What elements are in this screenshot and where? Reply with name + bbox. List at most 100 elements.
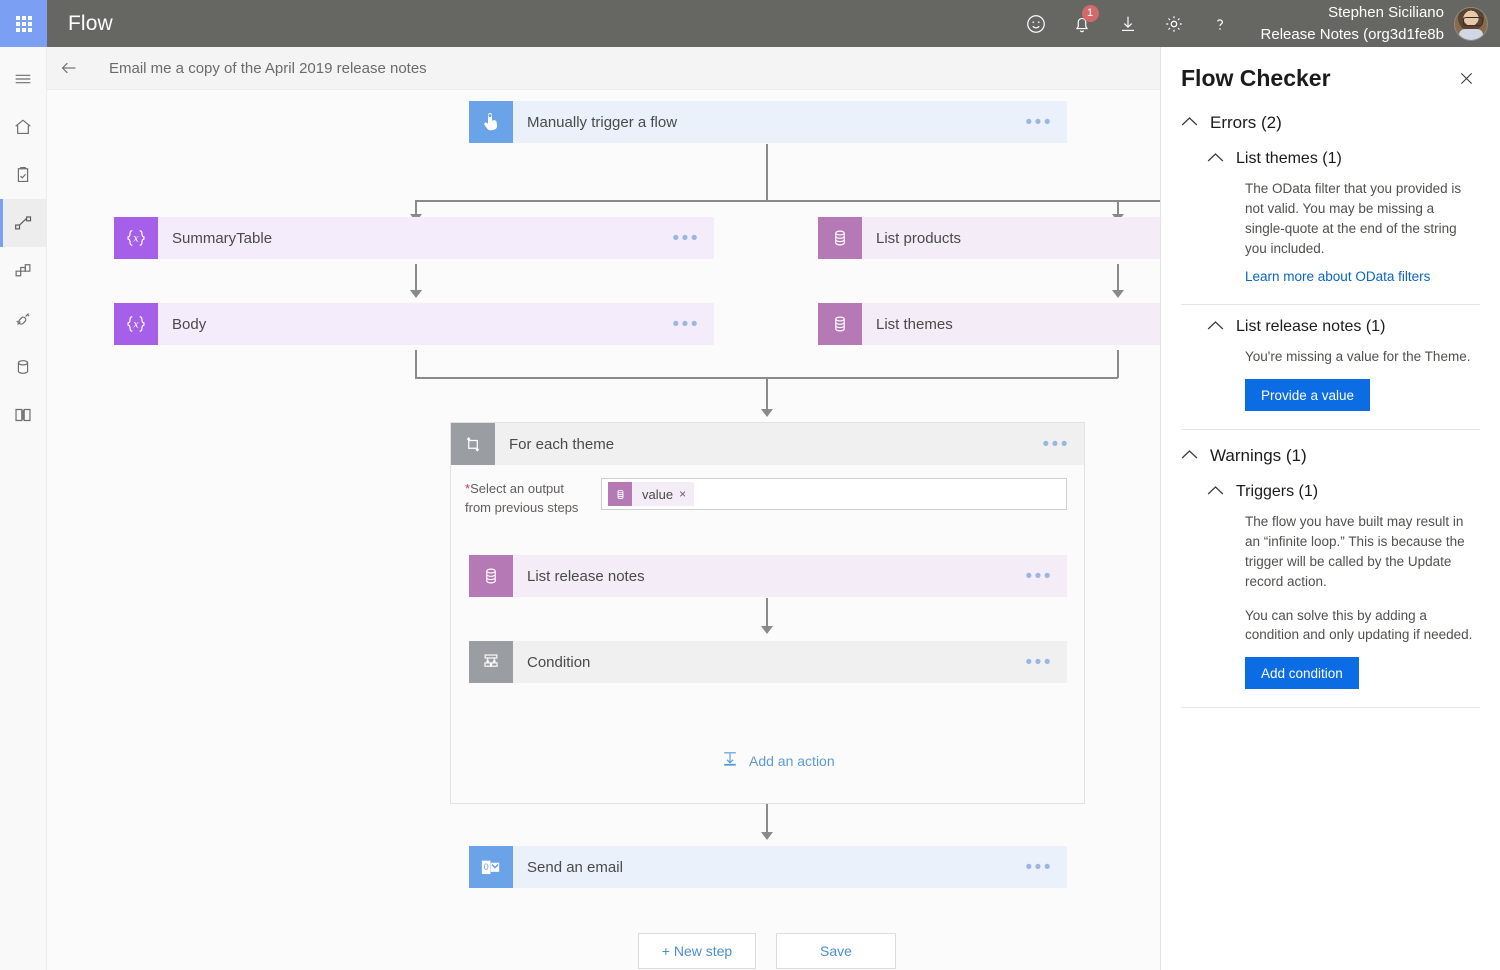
node-manually-trigger-a-flow[interactable]: Manually trigger a flow ••• [468, 100, 1068, 144]
error-group-list-themes: List themes (1) The OData filter that yo… [1181, 137, 1480, 286]
new-step-label: + New step [662, 943, 732, 959]
help-icon[interactable] [1197, 0, 1243, 47]
save-label: Save [820, 943, 852, 959]
user-environment: Release Notes (org3d1fe8b [1261, 24, 1444, 46]
feedback-smiley-icon[interactable] [1013, 0, 1059, 47]
back-arrow-icon[interactable] [47, 47, 91, 90]
connector-merge-right [1117, 350, 1119, 378]
svg-text:x: x [133, 234, 139, 245]
variable-braces-icon: x [114, 303, 158, 345]
node-more-options[interactable]: ••• [673, 229, 700, 248]
node-more-options[interactable]: ••• [1043, 435, 1070, 454]
condition-branch-icon [469, 641, 513, 683]
app-launcher-icon[interactable] [0, 0, 47, 47]
sidebar-item-home[interactable] [0, 103, 46, 151]
warning-message-secondary: You can solve this by adding a condition… [1245, 606, 1474, 646]
arrow-to-sendemail [761, 832, 773, 840]
errors-section-header[interactable]: Errors (2) [1181, 97, 1480, 137]
errors-section-label: Errors (2) [1210, 113, 1282, 133]
error-message: You're missing a value for the Theme. [1245, 347, 1474, 367]
node-more-options[interactable]: ••• [1026, 858, 1053, 877]
sidebar-item-approvals[interactable] [0, 151, 46, 199]
node-title: Condition [527, 654, 590, 671]
error-group-header[interactable]: List release notes (1) [1207, 305, 1480, 342]
node-summarytable[interactable]: x SummaryTable ••• [113, 216, 715, 260]
sidebar-item-templates[interactable] [0, 247, 46, 295]
token-label: value [632, 487, 679, 502]
node-title: Body [172, 316, 206, 333]
chevron-up-icon [1181, 114, 1198, 132]
add-action-label: Add an action [749, 753, 835, 769]
app-title: Flow [47, 0, 1013, 47]
left-rail [0, 47, 47, 970]
error-message: The OData filter that you provided is no… [1245, 179, 1474, 258]
warning-group-label: Triggers (1) [1236, 483, 1318, 501]
sidebar-item-data[interactable] [0, 343, 46, 391]
node-for-each-theme[interactable]: For each theme ••• [450, 422, 1085, 466]
error-group-label: List themes (1) [1236, 150, 1342, 168]
warning-group-header[interactable]: Triggers (1) [1207, 470, 1480, 507]
notifications-bell-icon[interactable]: 1 [1059, 0, 1105, 47]
variable-braces-icon: x [114, 217, 158, 259]
learn-more-link[interactable]: Learn more about OData filters [1245, 269, 1430, 284]
chevron-up-icon [1207, 150, 1224, 168]
node-list-release-notes[interactable]: List release notes ••• [468, 554, 1068, 598]
avatar[interactable] [1454, 7, 1488, 41]
connector-merge-left [415, 350, 417, 378]
error-group-body: The OData filter that you provided is no… [1207, 179, 1480, 286]
chevron-up-icon [1181, 447, 1198, 465]
token-remove-icon[interactable]: × [679, 487, 694, 501]
node-more-options[interactable]: ••• [1026, 653, 1053, 672]
close-icon[interactable] [1453, 65, 1480, 97]
node-condition[interactable]: Condition ••• [468, 640, 1068, 684]
arrow-to-condition [761, 626, 773, 634]
sidebar-item-my-flows[interactable] [0, 199, 46, 247]
warnings-section-header[interactable]: Warnings (1) [1181, 430, 1480, 470]
warning-message-primary: The flow you have built may result in an… [1245, 512, 1474, 591]
node-title: List release notes [527, 568, 645, 585]
error-group-body: You're missing a value for the Theme. Pr… [1207, 347, 1480, 411]
warning-group-body: The flow you have built may result in an… [1207, 512, 1480, 689]
user-account[interactable]: Stephen Siciliano Release Notes (org3d1f… [1243, 0, 1500, 47]
download-icon[interactable] [1105, 0, 1151, 47]
node-more-options[interactable]: ••• [1026, 113, 1053, 132]
node-title: Manually trigger a flow [527, 114, 677, 131]
warning-group-triggers: Triggers (1) The flow you have built may… [1181, 470, 1480, 689]
arrow-to-listthemes [1112, 290, 1124, 298]
suite-bar: Flow 1 [0, 0, 1500, 47]
node-send-an-email[interactable]: 0 Send an email ••• [468, 845, 1068, 889]
sidebar-item-learn[interactable] [0, 391, 46, 439]
error-group-header[interactable]: List themes (1) [1207, 137, 1480, 174]
node-title: For each theme [509, 436, 614, 453]
connector-merge-down [766, 377, 768, 413]
add-condition-button[interactable]: Add condition [1245, 657, 1359, 689]
select-output-input[interactable]: value × [601, 478, 1067, 510]
user-text-block: Stephen Siciliano Release Notes (org3d1f… [1261, 2, 1444, 46]
sidebar-item-connectors[interactable] [0, 295, 46, 343]
token-value[interactable]: value × [608, 482, 694, 506]
add-action-icon [720, 749, 740, 772]
node-title: Send an email [527, 859, 623, 876]
error-group-label: List release notes (1) [1236, 318, 1385, 336]
node-title: List themes [876, 316, 953, 333]
suite-icon-group: 1 [1013, 0, 1243, 47]
node-more-options[interactable]: ••• [673, 315, 700, 334]
database-icon [469, 555, 513, 597]
warnings-section: Warnings (1) Triggers (1) The flow you h… [1161, 430, 1500, 689]
chevron-up-icon [1207, 318, 1224, 336]
provide-a-value-button[interactable]: Provide a value [1245, 379, 1370, 411]
new-step-button[interactable]: + New step [638, 933, 756, 969]
hamburger-menu[interactable] [0, 55, 46, 103]
select-output-label: *Select an output from previous steps [465, 480, 615, 518]
flow-name-title: Email me a copy of the April 2019 releas… [91, 60, 427, 77]
node-more-options[interactable]: ••• [1026, 567, 1053, 586]
add-an-action-button[interactable]: Add an action [720, 749, 835, 772]
chevron-up-icon [1207, 483, 1224, 501]
app-launcher-grid [16, 16, 32, 32]
node-body[interactable]: x Body ••• [113, 302, 715, 346]
outlook-icon: 0 [469, 846, 513, 888]
save-button[interactable]: Save [776, 933, 896, 969]
svg-text:0: 0 [484, 862, 489, 872]
database-icon [608, 482, 632, 506]
settings-gear-icon[interactable] [1151, 0, 1197, 47]
